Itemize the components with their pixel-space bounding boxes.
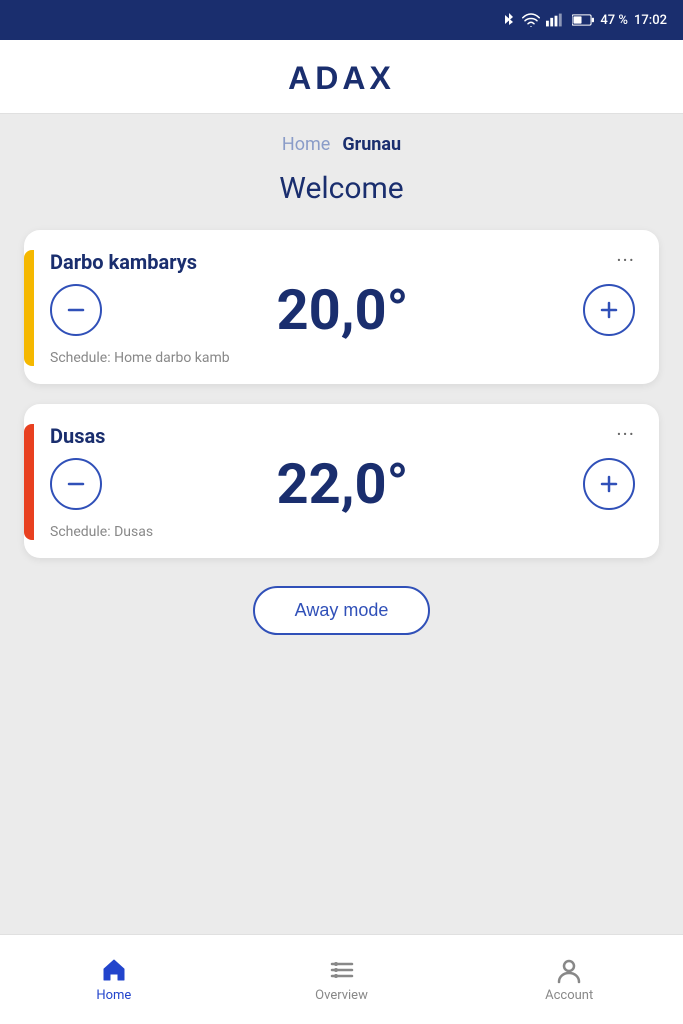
away-mode-button[interactable]: Away mode — [253, 586, 431, 635]
card-accent-bar-orange — [24, 424, 34, 540]
time-display: 17:02 — [634, 13, 667, 28]
account-icon — [555, 956, 583, 984]
card-header-dusas: Dusas ··· — [50, 424, 635, 448]
welcome-title: Welcome — [279, 171, 403, 206]
card-controls-dusas: 22,0° — [50, 456, 635, 512]
room-name-darbo: Darbo kambarys — [50, 250, 197, 274]
breadcrumb: Home Grunau — [282, 134, 401, 155]
battery-icon — [572, 14, 594, 26]
nav-label-overview: Overview — [315, 988, 368, 1003]
card-menu-dusas[interactable]: ··· — [616, 424, 635, 444]
card-accent-bar-yellow — [24, 250, 34, 366]
room-card-darbo: Darbo kambarys ··· 20,0° Schedule: Hom — [24, 230, 659, 384]
temperature-darbo: 20,0° — [277, 282, 409, 338]
nav-item-home[interactable]: Home — [0, 956, 228, 1003]
schedule-darbo: Schedule: Home darbo kamb — [50, 350, 635, 366]
bottom-nav: Home Overview Account — [0, 934, 683, 1024]
battery-percentage: 47 % — [600, 13, 628, 28]
status-icons: 47 % 17:02 — [502, 11, 667, 29]
breadcrumb-current[interactable]: Grunau — [342, 134, 401, 155]
app-header: ADAX — [0, 40, 683, 114]
card-controls-darbo: 20,0° — [50, 282, 635, 338]
card-body-darbo: Darbo kambarys ··· 20,0° Schedule: Hom — [50, 250, 635, 366]
increase-btn-dusas[interactable] — [583, 458, 635, 510]
nav-label-account: Account — [545, 988, 593, 1003]
nav-item-overview[interactable]: Overview — [228, 956, 456, 1003]
temperature-dusas: 22,0° — [277, 456, 409, 512]
status-bar: 47 % 17:02 — [0, 0, 683, 40]
signal-icon — [546, 13, 566, 27]
increase-btn-darbo[interactable] — [583, 284, 635, 336]
app-logo: ADAX — [288, 60, 395, 97]
bluetooth-icon — [502, 11, 516, 29]
card-menu-darbo[interactable]: ··· — [616, 250, 635, 270]
wifi-icon — [522, 13, 540, 27]
nav-label-home: Home — [96, 988, 131, 1003]
main-content: Home Grunau Welcome Darbo kambarys ··· 2… — [0, 114, 683, 934]
card-body-dusas: Dusas ··· 22,0° Schedule: Dusas — [50, 424, 635, 540]
overview-icon — [328, 956, 356, 984]
room-card-dusas: Dusas ··· 22,0° Schedule: Dusas — [24, 404, 659, 558]
decrease-btn-dusas[interactable] — [50, 458, 102, 510]
nav-item-account[interactable]: Account — [455, 956, 683, 1003]
schedule-dusas: Schedule: Dusas — [50, 524, 635, 540]
breadcrumb-home[interactable]: Home — [282, 134, 330, 155]
room-name-dusas: Dusas — [50, 424, 105, 448]
card-header-darbo: Darbo kambarys ··· — [50, 250, 635, 274]
decrease-btn-darbo[interactable] — [50, 284, 102, 336]
home-icon — [100, 956, 128, 984]
